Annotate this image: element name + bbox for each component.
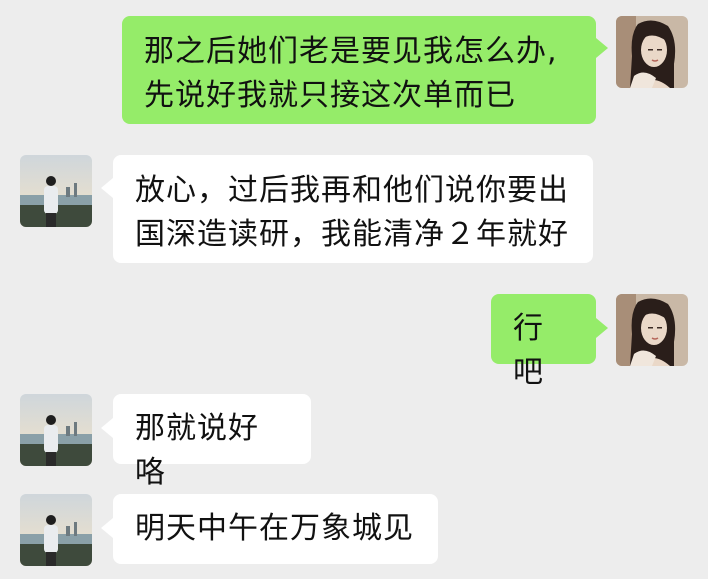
message-bubble-received[interactable]: 那就说好咯	[113, 394, 311, 490]
message-bubble-received[interactable]: 明天中午在万象城见	[113, 494, 438, 564]
bubble-tail	[101, 518, 113, 538]
man-by-river-avatar-icon[interactable]	[20, 155, 92, 227]
chat-window: 那之后她们老是要见我怎么办, 先说好我就只接这次单而已 放心，过后我再和他们说你…	[0, 0, 708, 579]
woman-portrait-avatar-icon[interactable]	[616, 16, 688, 88]
message-bubble-sent[interactable]: 那之后她们老是要见我怎么办, 先说好我就只接这次单而已	[122, 16, 596, 124]
bubble-tail	[101, 178, 113, 198]
woman-portrait-avatar-icon[interactable]	[616, 294, 688, 366]
man-by-river-avatar-icon[interactable]	[20, 394, 92, 466]
message-bubble-sent[interactable]: 行吧	[491, 294, 596, 390]
man-by-river-avatar-icon[interactable]	[20, 494, 92, 566]
message-bubble-received[interactable]: 放心，过后我再和他们说你要出 国深造读研，我能清净２年就好	[113, 155, 593, 263]
bubble-tail	[596, 318, 608, 338]
bubble-tail	[596, 38, 608, 58]
bubble-tail	[101, 418, 113, 438]
